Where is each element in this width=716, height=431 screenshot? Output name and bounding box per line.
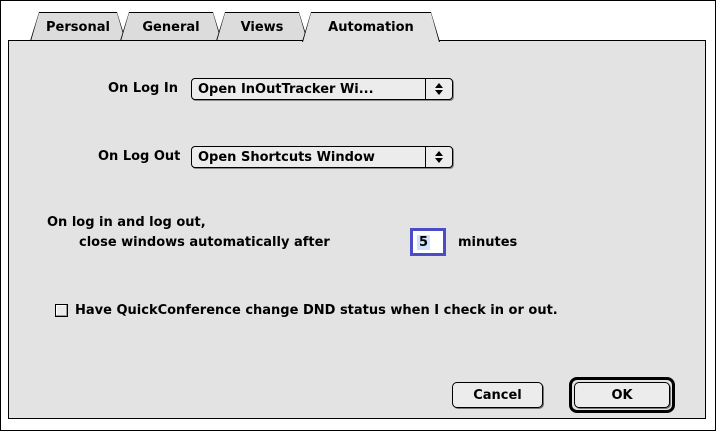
- tab-personal-label: Personal: [31, 13, 125, 41]
- updown-arrows-icon: [425, 79, 452, 99]
- on-log-in-label: On Log In: [108, 81, 178, 96]
- close-windows-line2: close windows automatically after: [79, 235, 330, 250]
- on-log-out-label: On Log Out: [98, 149, 181, 164]
- tab-views-label: Views: [217, 13, 307, 41]
- on-log-in-value: Open InOutTracker Wi...: [198, 81, 374, 97]
- ok-button-label: OK: [611, 387, 633, 403]
- on-log-in-popup[interactable]: Open InOutTracker Wi...: [191, 78, 453, 100]
- tab-personal[interactable]: Personal: [30, 12, 126, 41]
- tab-automation[interactable]: Automation: [302, 12, 440, 42]
- dnd-checkbox[interactable]: [55, 304, 68, 317]
- close-windows-line1: On log in and log out,: [47, 215, 206, 230]
- on-log-out-popup[interactable]: Open Shortcuts Window: [191, 146, 453, 168]
- tab-automation-label: Automation: [303, 13, 439, 42]
- cancel-button[interactable]: Cancel: [452, 382, 543, 408]
- tab-views[interactable]: Views: [216, 12, 308, 41]
- tab-general-label: General: [121, 13, 221, 41]
- on-log-out-value: Open Shortcuts Window: [198, 149, 375, 165]
- tab-general[interactable]: General: [120, 12, 222, 41]
- cancel-button-label: Cancel: [473, 387, 522, 403]
- ok-button[interactable]: OK: [574, 382, 670, 408]
- minutes-label: minutes: [458, 235, 518, 250]
- updown-arrows-icon: [425, 147, 452, 167]
- minutes-value: 5: [417, 234, 431, 250]
- minutes-input[interactable]: 5: [410, 228, 446, 256]
- dnd-checkbox-label[interactable]: Have QuickConference change DND status w…: [75, 303, 558, 318]
